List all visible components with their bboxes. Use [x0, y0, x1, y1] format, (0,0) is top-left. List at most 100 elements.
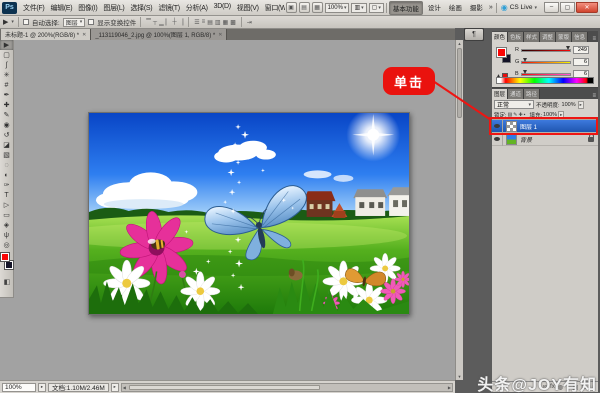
layer-thumbnail[interactable]	[506, 134, 517, 145]
blend-mode-dropdown[interactable]: 正常 ▾	[494, 100, 534, 109]
workspace-button[interactable]: 设计	[425, 1, 444, 15]
arrange-documents-dropdown[interactable]: ▥ ▾	[351, 3, 366, 13]
gradient-tool[interactable]: ▧	[0, 150, 13, 160]
opacity-value[interactable]: 100%	[562, 102, 576, 108]
layer-name[interactable]: 背景	[520, 135, 532, 144]
fill-value[interactable]: 100%	[543, 112, 557, 118]
open-image-document[interactable]	[88, 112, 410, 315]
screen-mode-dropdown[interactable]: ▢ ▾	[369, 3, 384, 13]
distribute-bottom-icon[interactable]: ▤	[206, 19, 214, 26]
eraser-tool[interactable]: ◪	[0, 140, 13, 150]
distribute-top-icon[interactable]: ☰	[193, 19, 200, 26]
scroll-left-icon[interactable]: ◀	[123, 385, 126, 390]
pen-tool[interactable]: ✑	[0, 180, 13, 190]
menu-item[interactable]: 选择(S)	[127, 3, 155, 13]
eyedropper-tool[interactable]: ✒	[0, 90, 13, 100]
panel-tab[interactable]: 路径	[524, 89, 540, 99]
restore-button[interactable]: ▢	[560, 2, 575, 13]
zoom-level-dropdown[interactable]: 100% ▾	[325, 3, 350, 13]
document-tab[interactable]: 未标题-1 @ 200%(RGB/8) * ✕	[1, 29, 91, 40]
menu-item[interactable]: 分析(A)	[183, 3, 211, 13]
blue-slider[interactable]	[521, 73, 571, 76]
3d-rotate-tool[interactable]: ◈	[0, 220, 13, 230]
foreground-color-swatch[interactable]	[1, 253, 9, 261]
distribute-left-icon[interactable]: ▥	[214, 19, 222, 26]
quick-mask-button[interactable]: ◧	[0, 278, 14, 286]
minimize-button[interactable]: –	[544, 2, 559, 13]
scroll-down-icon[interactable]: ▼	[456, 373, 463, 380]
launch-bridge-icon[interactable]: ▣	[286, 2, 297, 13]
menu-item[interactable]: 图像(I)	[75, 3, 100, 13]
align-bottom-icon[interactable]: ▁	[158, 19, 165, 26]
close-button[interactable]: ✕	[576, 2, 598, 13]
crop-tool[interactable]: #	[0, 80, 13, 90]
distribute-hcenter-icon[interactable]: ▦	[222, 19, 230, 26]
status-options-icon[interactable]: ▸	[38, 383, 46, 392]
launch-mini-bridge-icon[interactable]: ▤	[299, 2, 310, 13]
tool-preset-chevron-icon[interactable]: ▾	[11, 19, 14, 25]
close-tab-icon[interactable]: ✕	[82, 32, 86, 38]
opacity-popup-icon[interactable]: ▸	[578, 101, 584, 109]
lock-transparent-icon[interactable]: ▨	[508, 112, 513, 118]
hand-tool[interactable]: ψ	[0, 230, 13, 240]
scroll-up-icon[interactable]: ▲	[456, 40, 463, 47]
zoom-tool[interactable]: ◎	[0, 240, 13, 250]
red-value-field[interactable]: 249	[573, 46, 589, 54]
blur-tool[interactable]: ◌	[0, 160, 13, 170]
menu-item[interactable]: 编辑(E)	[47, 3, 75, 13]
panel-tab[interactable]: 图层	[492, 89, 508, 99]
green-slider-thumb[interactable]	[523, 58, 527, 62]
healing-brush-tool[interactable]: ✚	[0, 100, 13, 110]
marquee-tool[interactable]: ▢	[0, 50, 13, 60]
show-transform-checkbox[interactable]	[88, 19, 94, 25]
close-tab-icon[interactable]: ✕	[218, 32, 222, 38]
vertical-scrollbar[interactable]: ▲ ▼	[455, 40, 463, 380]
quick-selection-tool[interactable]: ✳	[0, 70, 13, 80]
blue-slider-thumb[interactable]	[523, 70, 527, 74]
panel-tab[interactable]: 信息	[572, 32, 588, 42]
layer-thumbnail[interactable]	[506, 121, 517, 132]
brush-tool[interactable]: ✎	[0, 110, 13, 120]
panel-tab[interactable]: 蒙版	[556, 32, 572, 42]
move-tool[interactable]: ▶	[0, 40, 13, 50]
menu-item[interactable]: 图层(L)	[100, 3, 127, 13]
auto-select-dropdown[interactable]: 图层 ▾	[63, 18, 86, 27]
panel-tab[interactable]: 调整	[540, 32, 556, 42]
view-extras-icon[interactable]: ▦	[312, 2, 323, 13]
type-tool[interactable]: T	[0, 190, 13, 200]
align-top-icon[interactable]: ▔	[145, 19, 152, 26]
horizontal-scrollbar[interactable]: ◀ ▶	[121, 383, 453, 392]
menu-item[interactable]: 窗口(W)	[262, 3, 285, 13]
panel-tab[interactable]: 色板	[508, 32, 524, 42]
status-popup-icon[interactable]: ▸	[111, 383, 119, 392]
shape-tool[interactable]: ▭	[0, 210, 13, 220]
auto-select-checkbox[interactable]	[23, 19, 29, 25]
align-right-icon[interactable]: ▕	[178, 19, 185, 26]
layer-row-background[interactable]: 背景	[492, 133, 598, 146]
menu-item[interactable]: 滤镜(T)	[155, 3, 182, 13]
zoom-percent-field[interactable]: 100%	[2, 383, 36, 392]
scroll-right-icon[interactable]: ▶	[448, 385, 451, 390]
document-tab[interactable]: _113119046_2.jpg @ 100%(图层 1, RGB/8) * ✕	[91, 29, 227, 40]
horizontal-scroll-thumb[interactable]	[129, 385, 321, 390]
green-value-field[interactable]: 6	[573, 58, 589, 66]
cs-live-dropdown[interactable]: ◉ CS Live ▾	[501, 3, 537, 12]
lock-move-icon[interactable]: ✚	[518, 112, 522, 118]
dodge-tool[interactable]: ◐	[0, 170, 13, 180]
history-brush-tool[interactable]: ↺	[0, 130, 13, 140]
menu-item[interactable]: 文件(F)	[20, 3, 47, 13]
layer-name[interactable]: 图层 1	[520, 122, 537, 131]
panel-tab[interactable]: 通道	[508, 89, 524, 99]
red-slider[interactable]	[521, 49, 571, 52]
workspace-button[interactable]: 摄影	[467, 1, 486, 15]
lasso-tool[interactable]: ʃ	[0, 60, 13, 70]
vertical-scroll-thumb[interactable]	[457, 48, 462, 118]
fill-popup-icon[interactable]: ▸	[558, 111, 564, 119]
paragraph-panel-icon[interactable]: ¶	[464, 28, 484, 41]
panel-tab[interactable]: 颜色	[492, 32, 508, 42]
panel-tab[interactable]: 样式	[524, 32, 540, 42]
menu-item[interactable]: 3D(D)	[211, 3, 234, 13]
visibility-toggle[interactable]	[492, 120, 503, 133]
distribute-right-icon[interactable]: ▩	[229, 19, 237, 26]
lock-paint-icon[interactable]: ✎	[513, 112, 517, 118]
